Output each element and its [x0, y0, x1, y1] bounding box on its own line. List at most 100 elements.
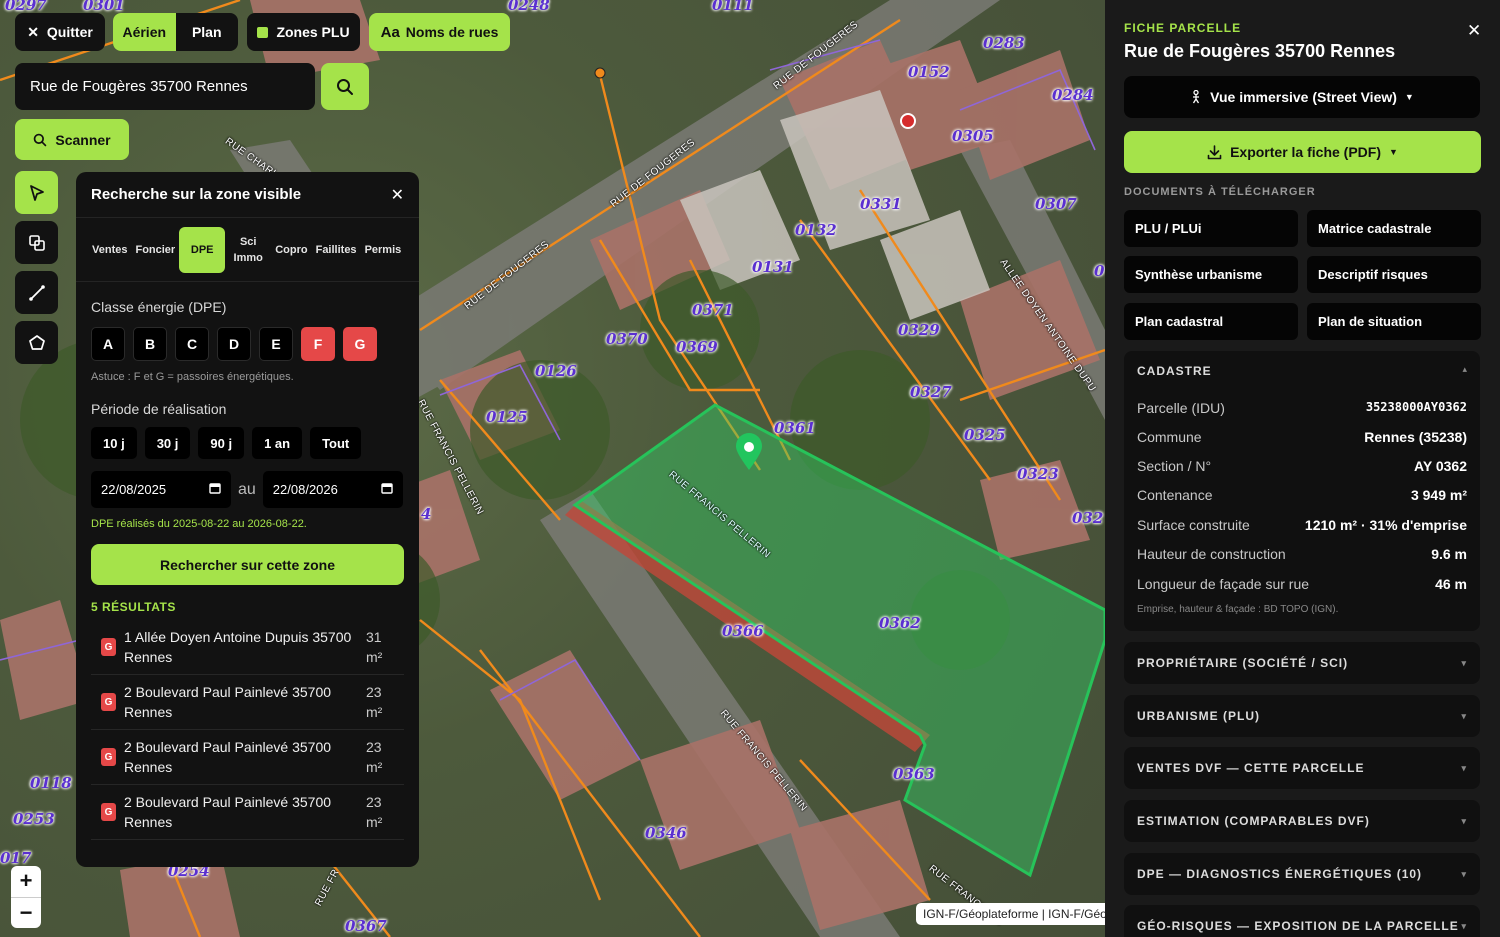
quit-button[interactable]: ✕ Quitter: [15, 13, 105, 51]
result-item[interactable]: G 1 Allée Doyen Antoine Dupuis 35700 Ren…: [91, 620, 404, 675]
tab-foncier[interactable]: Foncier: [131, 227, 179, 273]
section-label: ESTIMATION (COMPARABLES DVF): [1137, 814, 1370, 828]
parcel-label[interactable]: 0297: [5, 0, 47, 14]
parcel-label[interactable]: 0305: [952, 127, 994, 145]
parcel-label[interactable]: 0284: [1052, 86, 1094, 104]
doc-matrice-button[interactable]: Matrice cadastrale: [1307, 210, 1481, 247]
tab-sci-immo[interactable]: Sci Immo: [225, 227, 271, 273]
parcel-label[interactable]: 0301: [83, 0, 125, 14]
measure-tool-button[interactable]: [15, 271, 58, 314]
parcel-label[interactable]: 0253: [13, 810, 55, 828]
select-tool-button[interactable]: [15, 171, 58, 214]
parcel-label[interactable]: 0370: [606, 330, 648, 348]
search-button[interactable]: [321, 63, 369, 110]
tab-ventes[interactable]: Ventes: [88, 227, 131, 273]
parcel-label[interactable]: 0111: [712, 0, 754, 14]
parcel-label[interactable]: 0325: [964, 426, 1006, 444]
zones-plu-button[interactable]: Zones PLU: [247, 13, 360, 51]
scan-button[interactable]: Scanner: [15, 119, 129, 160]
class-f-toggle[interactable]: F: [301, 327, 335, 361]
map-type-plan[interactable]: Plan: [176, 13, 239, 51]
class-g-toggle[interactable]: G: [343, 327, 377, 361]
parcel-label[interactable]: 0323: [1017, 465, 1059, 483]
map-type-toggle[interactable]: Aérien Plan: [113, 13, 238, 51]
parcel-label[interactable]: 0362: [879, 614, 921, 632]
date-from-input[interactable]: 22/08/2025: [91, 471, 231, 508]
period-1y-button[interactable]: 1 an: [252, 427, 303, 459]
export-pdf-button[interactable]: Exporter la fiche (PDF) ▼: [1124, 131, 1481, 173]
parcel-label[interactable]: 0331: [860, 195, 902, 213]
address-search-input[interactable]: Rue de Fougères 35700 Rennes: [15, 63, 315, 110]
class-a-toggle[interactable]: A: [91, 327, 125, 361]
period-all-button[interactable]: Tout: [310, 427, 362, 459]
parcel-label[interactable]: 0152: [908, 63, 950, 81]
chevron-up-icon[interactable]: ▴: [1462, 364, 1467, 375]
parcel-label[interactable]: 0248: [508, 0, 550, 14]
parcel-label[interactable]: 0361: [774, 419, 816, 437]
close-icon[interactable]: ✕: [1467, 21, 1481, 41]
period-30d-button[interactable]: 30 j: [144, 427, 191, 459]
calendar-icon[interactable]: [381, 482, 393, 497]
tab-faillites[interactable]: Faillites: [312, 227, 361, 273]
result-item[interactable]: G 2 Boulevard Paul Painlevé 35700 Rennes…: [91, 675, 404, 730]
tab-dpe[interactable]: DPE: [179, 226, 226, 273]
zoom-out-button[interactable]: −: [11, 896, 41, 929]
tab-permis[interactable]: Permis: [361, 227, 406, 273]
street-names-button[interactable]: Aa Noms de rues: [369, 13, 510, 51]
class-b-toggle[interactable]: B: [133, 327, 167, 361]
result-item[interactable]: G 2 Boulevard Paul Painlevé 35700 Rennes…: [91, 785, 404, 840]
parcel-label[interactable]: 0346: [645, 824, 687, 842]
zone-search-panel: Recherche sur la zone visible ✕ Ventes F…: [76, 172, 419, 867]
street-view-button[interactable]: Vue immersive (Street View) ▼: [1124, 76, 1480, 118]
parcel-label[interactable]: 0131: [752, 258, 794, 276]
parcel-label[interactable]: 4: [421, 505, 431, 523]
parcel-label[interactable]: 0126: [535, 362, 577, 380]
doc-plu-button[interactable]: PLU / PLUi: [1124, 210, 1298, 247]
parcel-label[interactable]: 0307: [1035, 195, 1077, 213]
period-90d-button[interactable]: 90 j: [198, 427, 245, 459]
parcel-label[interactable]: 0: [1094, 262, 1104, 280]
parcel-label[interactable]: 0132: [795, 221, 837, 239]
cadastre-heading[interactable]: CADASTRE: [1137, 364, 1212, 378]
parcel-label[interactable]: 0125: [486, 408, 528, 426]
period-10d-button[interactable]: 10 j: [91, 427, 137, 459]
map-attribution[interactable]: IGN-F/Géoplateforme | IGN-F/Géo: [916, 903, 1116, 925]
section-urbanisme[interactable]: URBANISME (PLU) ▾: [1124, 695, 1480, 737]
tab-copro[interactable]: Copro: [271, 227, 311, 273]
section-ventes-dvf[interactable]: VENTES DVF — CETTE PARCELLE ▾: [1124, 747, 1480, 789]
parcel-label[interactable]: 0363: [893, 765, 935, 783]
result-item[interactable]: G 2 Boulevard Paul Painlevé 35700 Rennes…: [91, 730, 404, 785]
section-proprietaire[interactable]: PROPRIÉTAIRE (SOCIÉTÉ / SCI) ▾: [1124, 642, 1480, 684]
doc-synthese-button[interactable]: Synthèse urbanisme: [1124, 256, 1298, 293]
parcel-label[interactable]: 0118: [30, 774, 72, 792]
parcel-label[interactable]: 0283: [983, 34, 1025, 52]
class-c-toggle[interactable]: C: [175, 327, 209, 361]
layers-tool-button[interactable]: [15, 221, 58, 264]
close-icon[interactable]: ✕: [391, 185, 404, 205]
date-to-input[interactable]: 22/08/2026: [262, 471, 403, 508]
section-dpe[interactable]: DPE — DIAGNOSTICS ÉNERGÉTIQUES (10) ▾: [1124, 853, 1480, 895]
parcel-label[interactable]: 0329: [898, 321, 940, 339]
section-georisques[interactable]: GÉO-RISQUES — EXPOSITION DE LA PARCELLE ▾: [1124, 905, 1480, 937]
parcel-label[interactable]: 017: [0, 849, 31, 867]
parcel-label[interactable]: 0367: [345, 917, 387, 935]
polygon-tool-button[interactable]: [15, 321, 58, 364]
parcel-label[interactable]: 0371: [692, 301, 734, 319]
calendar-icon[interactable]: [209, 482, 221, 497]
class-d-toggle[interactable]: D: [217, 327, 251, 361]
section-estimation[interactable]: ESTIMATION (COMPARABLES DVF) ▾: [1124, 800, 1480, 842]
parcel-label[interactable]: 0327: [910, 383, 952, 401]
parcel-label[interactable]: 0366: [722, 622, 764, 640]
zoom-in-button[interactable]: +: [11, 866, 41, 897]
search-icon: [34, 133, 47, 146]
parcel-label[interactable]: 0369: [676, 338, 718, 356]
search-zone-button[interactable]: Rechercher sur cette zone: [91, 544, 404, 585]
parcel-label[interactable]: 032: [1072, 509, 1103, 527]
map-type-aerial[interactable]: Aérien: [113, 13, 176, 51]
row-value: AY 0362: [1414, 458, 1467, 474]
zone-panel-tabs: Ventes Foncier DPE Sci Immo Copro Failli…: [76, 218, 419, 282]
doc-plan-situation-button[interactable]: Plan de situation: [1307, 303, 1481, 340]
class-e-toggle[interactable]: E: [259, 327, 293, 361]
doc-risques-button[interactable]: Descriptif risques: [1307, 256, 1481, 293]
doc-plan-cadastral-button[interactable]: Plan cadastral: [1124, 303, 1298, 340]
